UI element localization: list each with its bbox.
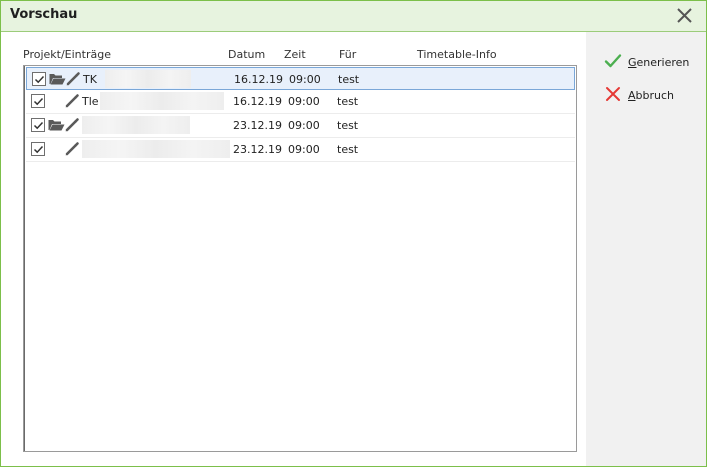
column-header-for[interactable]: Für bbox=[339, 48, 356, 61]
row-name: Tle bbox=[82, 95, 99, 108]
row-time: 09:00 bbox=[289, 73, 321, 86]
check-icon bbox=[604, 53, 622, 72]
column-header-project[interactable]: Projekt/Einträge bbox=[23, 48, 111, 61]
window-title: Vorschau bbox=[10, 7, 78, 22]
pencil-icon bbox=[64, 93, 80, 112]
pencil-icon bbox=[64, 117, 80, 136]
column-header-time[interactable]: Zeit bbox=[284, 48, 306, 61]
column-header-timetable[interactable]: Timetable-Info bbox=[417, 48, 497, 61]
cancel-button[interactable]: Abbruch bbox=[604, 85, 674, 105]
cancel-label: Abbruch bbox=[628, 88, 675, 102]
row-for: test bbox=[338, 73, 360, 86]
row-checkbox[interactable] bbox=[31, 118, 45, 132]
close-icon[interactable] bbox=[674, 6, 696, 26]
generate-button[interactable]: Generieren bbox=[604, 52, 689, 72]
row-for: test bbox=[337, 143, 359, 156]
column-header-date[interactable]: Datum bbox=[228, 48, 265, 61]
row-date: 23.12.19 bbox=[233, 143, 282, 156]
title-bar: Vorschau bbox=[1, 1, 706, 32]
row-date: 16.12.19 bbox=[233, 95, 282, 108]
row-checkbox[interactable] bbox=[32, 72, 46, 86]
redacted-text bbox=[82, 116, 190, 134]
row-for: test bbox=[337, 119, 359, 132]
generate-label: Generieren bbox=[628, 55, 690, 69]
row-checkbox[interactable] bbox=[31, 142, 45, 156]
folder-open-icon bbox=[49, 73, 66, 88]
preview-window: Vorschau Projekt/Einträge Datum Zeit Für… bbox=[0, 0, 707, 467]
action-panel: Generieren Abbruch bbox=[586, 32, 706, 466]
row-time: 09:00 bbox=[288, 119, 320, 132]
cross-icon bbox=[604, 86, 622, 105]
redacted-text bbox=[82, 140, 230, 158]
row-checkbox[interactable] bbox=[31, 94, 45, 108]
row-for: test bbox=[337, 95, 359, 108]
table-row[interactable]: Tle 16.12.19 09:00 test bbox=[26, 90, 575, 114]
main-panel: Projekt/Einträge Datum Zeit Für Timetabl… bbox=[1, 32, 586, 466]
redacted-text bbox=[100, 92, 224, 110]
table-row[interactable]: 23.12.19 09:00 test bbox=[26, 114, 575, 138]
pencil-icon bbox=[65, 71, 81, 90]
entries-list[interactable]: TK 16.12.19 09:00 test Tle 16.12.19 09:0… bbox=[23, 65, 577, 452]
table-row[interactable]: 23.12.19 09:00 test bbox=[26, 138, 575, 162]
row-time: 09:00 bbox=[288, 143, 320, 156]
row-time: 09:00 bbox=[288, 95, 320, 108]
table-row[interactable]: TK 16.12.19 09:00 test bbox=[26, 67, 575, 90]
row-date: 16.12.19 bbox=[234, 73, 283, 86]
redacted-text bbox=[105, 70, 191, 88]
folder-open-icon bbox=[48, 119, 65, 134]
row-name: TK bbox=[83, 73, 97, 86]
row-date: 23.12.19 bbox=[233, 119, 282, 132]
pencil-icon bbox=[64, 141, 80, 160]
list-left-border bbox=[24, 66, 25, 451]
